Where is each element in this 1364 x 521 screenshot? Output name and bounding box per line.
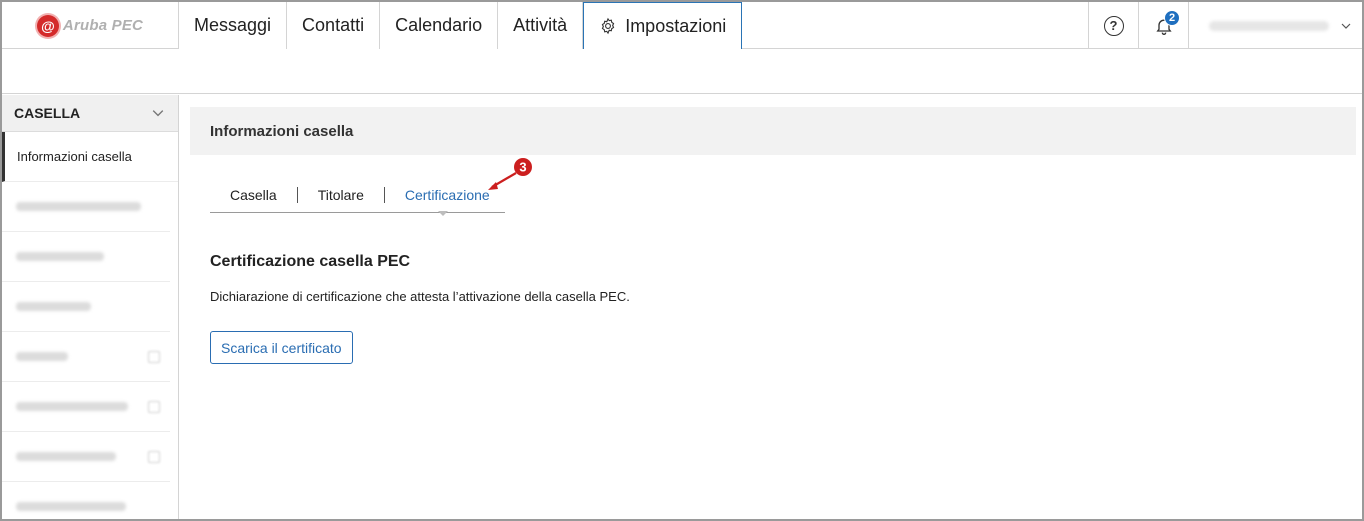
- tab-contatti-label: Contatti: [302, 15, 365, 35]
- section-title: Informazioni casella: [210, 122, 354, 140]
- sidebar-item-blurred[interactable]: [2, 382, 170, 432]
- user-menu[interactable]: [1188, 2, 1362, 49]
- blurred-label: [16, 202, 141, 211]
- tab-impostazioni-label: Impostazioni: [625, 15, 727, 36]
- content-title: Certificazione casella PEC: [210, 253, 411, 270]
- subtab-titolare[interactable]: Titolare: [296, 186, 384, 203]
- sidebar-item-label: Informazioni casella: [17, 149, 132, 164]
- chevron-down-icon: [1341, 23, 1351, 29]
- notification-count-badge: 2: [1164, 10, 1180, 26]
- info-subtabs: Casella Titolare Certificazione: [210, 177, 505, 213]
- tab-attivita[interactable]: Attività: [497, 2, 584, 49]
- section-header: Informazioni casella: [190, 107, 1356, 155]
- settings-sidebar: CASELLA Informazioni casella: [2, 95, 179, 519]
- top-bar: @ Aruba PEC Messaggi Contatti Calendario…: [2, 2, 1362, 50]
- tab-impostazioni[interactable]: Impostazioni: [583, 2, 743, 50]
- subtab-casella[interactable]: Casella: [210, 187, 297, 203]
- main-nav-tabs: Messaggi Contatti Calendario Attività Im…: [178, 2, 743, 50]
- header-tools: ? 2: [1088, 2, 1362, 49]
- sidebar-item-blurred[interactable]: [2, 182, 170, 232]
- tab-messaggi-label: Messaggi: [194, 15, 272, 35]
- tab-calendario-label: Calendario: [395, 15, 483, 35]
- download-certificate-button[interactable]: Scarica il certificato: [210, 331, 353, 364]
- help-icon: ?: [1103, 15, 1124, 36]
- notifications-button[interactable]: 2: [1138, 2, 1188, 49]
- toolbar-area: [2, 49, 1362, 94]
- gear-icon: [601, 17, 615, 35]
- sidebar-header-label: CASELLA: [14, 105, 81, 121]
- blurred-label: [16, 402, 128, 411]
- sidebar-item-blurred[interactable]: [2, 232, 170, 282]
- step-marker-arrow: 3: [488, 158, 532, 190]
- external-link-icon: [148, 450, 160, 463]
- blurred-label: [16, 352, 68, 361]
- logo-text: Aruba PEC: [62, 17, 144, 34]
- sidebar-item-blurred[interactable]: [2, 282, 170, 332]
- tab-contatti[interactable]: Contatti: [286, 2, 380, 49]
- step-marker-number: 3: [519, 160, 526, 175]
- logo-at-icon: @: [36, 14, 59, 37]
- tab-messaggi[interactable]: Messaggi: [178, 2, 287, 49]
- active-tab-caret-icon: [438, 211, 448, 216]
- tab-calendario[interactable]: Calendario: [379, 2, 498, 49]
- main-content: Informazioni casella Casella Titolare Ce…: [190, 107, 1356, 364]
- chevron-down-icon: [152, 110, 164, 117]
- sidebar-item-blurred[interactable]: [2, 482, 170, 519]
- help-button[interactable]: ?: [1088, 2, 1138, 49]
- blurred-label: [16, 452, 116, 461]
- tab-attivita-label: Attività: [513, 15, 568, 35]
- content-description: Dichiarazione di certificazione che atte…: [210, 289, 630, 304]
- sidebar-item-blurred[interactable]: [2, 332, 170, 382]
- external-link-icon: [148, 400, 160, 413]
- sidebar-item-blurred[interactable]: [2, 432, 170, 482]
- blurred-label: [16, 302, 91, 311]
- sidebar-item-informazioni-casella[interactable]: Informazioni casella: [2, 132, 178, 182]
- aruba-pec-logo[interactable]: @ Aruba PEC: [2, 2, 178, 49]
- sidebar-section-header[interactable]: CASELLA: [2, 95, 178, 132]
- blurred-label: [16, 252, 104, 261]
- app-window: @ Aruba PEC Messaggi Contatti Calendario…: [0, 0, 1364, 521]
- external-link-icon: [148, 350, 160, 363]
- user-email-blurred: [1209, 20, 1329, 31]
- blurred-label: [16, 502, 126, 511]
